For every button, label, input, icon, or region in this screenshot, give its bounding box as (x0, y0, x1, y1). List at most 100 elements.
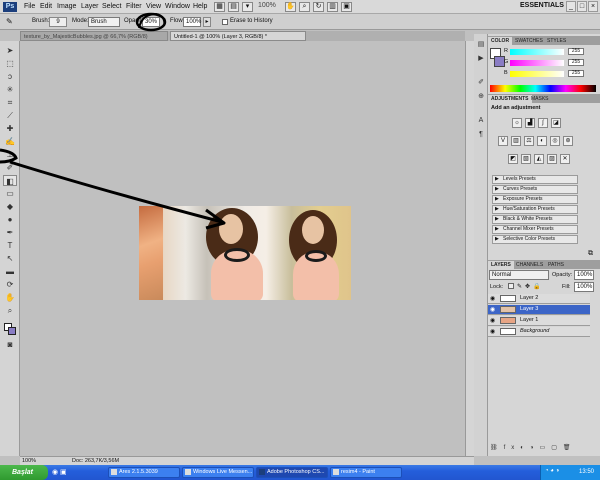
maximize-button[interactable]: □ (577, 1, 587, 12)
tab-color[interactable]: COLOR (488, 37, 513, 45)
layer-row[interactable]: ◉ Layer 1 (488, 316, 590, 326)
arrange-documents-icon[interactable]: ▥ (327, 2, 338, 12)
preset-hue-saturation[interactable]: ▶ Hue/Saturation Presets (492, 205, 578, 214)
clone-stamp-tool-icon[interactable]: ⊥ (3, 149, 17, 160)
lock-all-icon[interactable]: 🔒 (533, 283, 540, 290)
bridge-icon[interactable]: ▦ (214, 2, 225, 12)
threshold-icon[interactable]: ◭ (534, 154, 544, 164)
levels-icon[interactable]: ▟ (525, 118, 535, 128)
eye-icon[interactable]: ◉ (490, 306, 495, 315)
brush-picker[interactable]: 9 (49, 17, 67, 27)
brush-panel-icon[interactable]: ✐ (476, 78, 486, 88)
hand-tool-icon[interactable]: ✋ (3, 292, 17, 303)
menu-select[interactable]: Select (102, 2, 121, 12)
preset-curves[interactable]: ▶ Curves Presets (492, 185, 578, 194)
color-balance-icon[interactable]: ⚖ (524, 136, 534, 146)
minimize-button[interactable]: _ (566, 1, 576, 12)
menu-filter[interactable]: Filter (126, 2, 142, 12)
taskbar-photoshop-button[interactable]: Adobe Photoshop CS... (256, 467, 328, 478)
menu-layer[interactable]: Layer (81, 2, 99, 12)
healing-brush-tool-icon[interactable]: ✚ (3, 123, 17, 134)
eyedropper-tool-icon[interactable]: ⟋ (3, 110, 17, 121)
rotate-view-icon[interactable]: ↻ (313, 2, 324, 12)
background-color-swatch[interactable] (8, 327, 16, 335)
menu-edit[interactable]: Edit (40, 2, 52, 12)
airbrush-icon[interactable]: ▸ (203, 17, 211, 27)
erase-history-checkbox[interactable] (222, 19, 228, 25)
invert-icon[interactable]: ◩ (508, 154, 518, 164)
type-tool-icon[interactable]: T (3, 240, 17, 251)
eraser-tool-icon[interactable]: ◧ (3, 175, 17, 186)
posterize-icon[interactable]: ▧ (521, 154, 531, 164)
mode-select[interactable]: Brush (88, 17, 120, 27)
curves-icon[interactable]: ∫ (538, 118, 548, 128)
eye-icon[interactable]: ◉ (490, 295, 495, 304)
history-panel-icon[interactable]: ▤ (476, 40, 486, 50)
shape-tool-icon[interactable]: ▬ (3, 266, 17, 277)
brush-tool-icon[interactable]: ✍ (3, 136, 17, 147)
photo-filter-icon[interactable]: ◎ (550, 136, 560, 146)
tab-paths[interactable]: PATHS (545, 261, 567, 269)
color-spectrum-bar[interactable] (490, 85, 596, 92)
channel-g-input[interactable]: 255 (568, 59, 584, 66)
hue-saturation-icon[interactable]: ▥ (511, 136, 521, 146)
channel-mixer-icon[interactable]: ⊛ (563, 136, 573, 146)
marquee-tool-icon[interactable]: ⬚ (3, 58, 17, 69)
preset-exposure[interactable]: ▶ Exposure Presets (492, 195, 578, 204)
channel-r-slider[interactable] (510, 49, 564, 55)
layers-footer-icons[interactable]: ⛓fx◐◑▭▢🗑 (490, 444, 598, 454)
zoom-tool-icon[interactable]: ⌕ (299, 2, 310, 12)
quick-selection-tool-icon[interactable]: ✳ (3, 84, 17, 95)
menu-view[interactable]: View (146, 2, 161, 12)
flow-input[interactable]: 100% (183, 17, 201, 27)
layer-opacity-input[interactable]: 100% (574, 270, 594, 280)
gradient-tool-icon[interactable]: ▭ (3, 188, 17, 199)
blur-tool-icon[interactable]: ◆ (3, 201, 17, 212)
close-button[interactable]: × (588, 1, 598, 12)
menu-file[interactable]: File (24, 2, 35, 12)
dodge-tool-icon[interactable]: ● (3, 214, 17, 225)
selective-color-icon[interactable]: ✕ (560, 154, 570, 164)
tab-texture-document[interactable]: texture_by_MajesticBubbles.jpg @ 66,7% (… (20, 31, 168, 41)
channel-b-slider[interactable] (510, 71, 564, 77)
history-brush-tool-icon[interactable]: ✐ (3, 162, 17, 173)
zoom-tool-icon[interactable]: ⌕ (3, 305, 17, 316)
mini-bridge-icon[interactable]: ▤ (228, 2, 239, 12)
tab-styles[interactable]: STYLES (544, 37, 569, 45)
pen-tool-icon[interactable]: ✒ (3, 227, 17, 238)
lock-transparent-icon[interactable] (508, 283, 514, 289)
menu-help[interactable]: Help (193, 2, 207, 12)
gradient-map-icon[interactable]: ▨ (547, 154, 557, 164)
channel-b-input[interactable]: 255 (568, 70, 584, 77)
preset-selective-color[interactable]: ▶ Selective Color Presets (492, 235, 578, 244)
status-zoom[interactable]: 100% (22, 458, 36, 464)
tray-icons[interactable]: ◔ ◕ ◑ (545, 468, 559, 474)
taskbar-ares-button[interactable]: Ares 2.1.5.3039 (108, 467, 180, 478)
eye-icon[interactable]: ◉ (490, 317, 495, 326)
crop-tool-icon[interactable]: ⌗ (3, 97, 17, 108)
vertical-scrollbar[interactable] (465, 41, 474, 456)
vibrance-icon[interactable]: V (498, 136, 508, 146)
start-button[interactable]: Başlat (0, 465, 48, 480)
character-panel-icon[interactable]: A (476, 116, 486, 126)
tab-layers[interactable]: LAYERS (488, 261, 514, 269)
layer-row[interactable]: ◉ Layer 2 (488, 294, 590, 304)
view-extras-icon[interactable]: ▾ (242, 2, 253, 12)
blend-mode-select[interactable]: Normal (489, 270, 549, 280)
tab-masks[interactable]: MASKS (528, 95, 552, 103)
lock-pixels-icon[interactable]: ✎ (517, 283, 522, 290)
adjustments-footer-icon[interactable]: ⧉ (588, 250, 593, 258)
workspace-switcher[interactable]: ESSENTIALS (520, 2, 564, 9)
actions-panel-icon[interactable]: ▶ (476, 54, 486, 64)
opacity-input[interactable]: 30% (142, 17, 160, 27)
black-white-icon[interactable]: ◐ (537, 136, 547, 146)
hand-tool-icon[interactable]: ✋ (285, 2, 296, 12)
clone-source-panel-icon[interactable]: ⊕ (476, 92, 486, 102)
preset-levels[interactable]: ▶ Levels Presets (492, 175, 578, 184)
tab-untitled-document[interactable]: Untitled-1 @ 100% (Layer 3, RGB/8) * (170, 31, 306, 41)
canvas-image[interactable] (139, 206, 351, 300)
paragraph-panel-icon[interactable]: ¶ (476, 130, 486, 140)
lock-position-icon[interactable]: ✥ (525, 283, 530, 290)
exposure-icon[interactable]: ◪ (551, 118, 561, 128)
path-selection-tool-icon[interactable]: ↖ (3, 253, 17, 264)
